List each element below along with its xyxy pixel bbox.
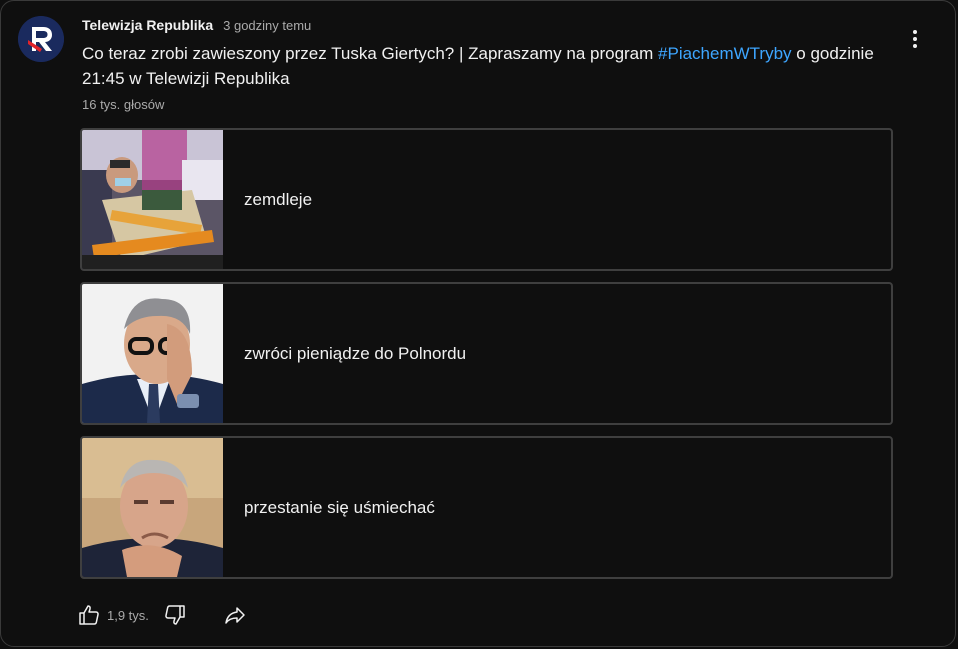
more-vertical-icon-dot (913, 37, 917, 41)
poll-option[interactable]: przestanie się uśmiechać (80, 436, 893, 579)
thumbs-up-icon (79, 605, 99, 625)
post-header: Telewizja Republika 3 godziny temu (82, 17, 311, 33)
share-icon (225, 607, 245, 624)
poll-option[interactable]: zemdleje (80, 128, 893, 271)
poll-option-label: przestanie się uśmiechać (244, 497, 435, 517)
post-actions: 1,9 tys. (77, 603, 247, 627)
more-vertical-icon-dot (913, 44, 917, 48)
post-text: Co teraz zrobi zawieszony przez Tuska Gi… (82, 41, 882, 91)
dislike-button[interactable] (163, 603, 187, 627)
hashtag-link[interactable]: #PiachemWTryby (658, 44, 792, 63)
thumbs-down-icon (165, 605, 185, 625)
poll-option-label: zemdleje (244, 189, 313, 209)
poll-option-image (82, 284, 223, 423)
post-time[interactable]: 3 godziny temu (223, 18, 311, 33)
channel-avatar[interactable] (18, 16, 64, 62)
more-options-button[interactable] (901, 25, 929, 53)
poll-option-label: zwróci pieniądze do Polnordu (244, 343, 467, 363)
poll-options: zemdleje zwróci pieniądze do Polnordu pr… (80, 128, 893, 590)
like-button[interactable]: 1,9 tys. (77, 603, 149, 627)
channel-name[interactable]: Telewizja Republika (82, 17, 213, 33)
vote-count: 16 tys. głosów (82, 97, 165, 112)
share-button[interactable] (223, 603, 247, 627)
post-text-start: Co teraz zrobi zawieszony przez Tuska Gi… (82, 44, 659, 63)
more-vertical-icon (913, 30, 917, 34)
republika-logo-icon (18, 16, 64, 62)
poll-option-image (82, 438, 223, 577)
poll-option[interactable]: zwróci pieniądze do Polnordu (80, 282, 893, 425)
like-count: 1,9 tys. (107, 607, 149, 623)
poll-option-image (82, 130, 223, 269)
